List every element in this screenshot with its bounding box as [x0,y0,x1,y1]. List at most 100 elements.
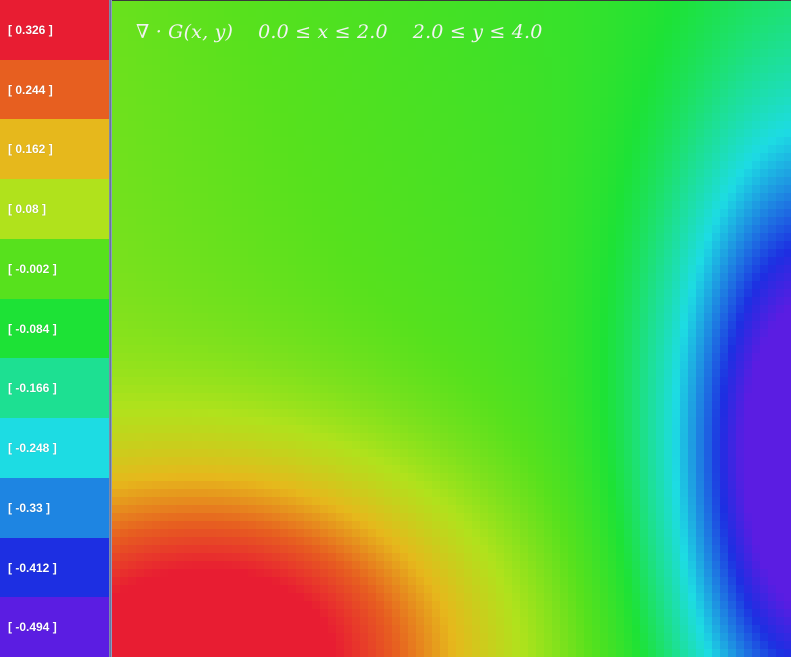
heatmap-cell [192,97,201,106]
heatmap-cell [216,233,225,242]
heatmap-cell [264,217,273,226]
heatmap-cell [216,113,225,122]
heatmap-cell [384,465,393,474]
heatmap-cell [336,393,345,402]
heatmap-cell [160,449,169,458]
heatmap-cell [568,201,577,210]
heatmap-cell [760,89,769,98]
heatmap-cell [592,433,601,442]
heatmap-cell [168,465,177,474]
heatmap-cell [208,49,217,58]
heatmap-cell [184,121,193,130]
heatmap-cell [424,345,433,354]
heatmap-cell [288,377,297,386]
heatmap-cell [488,369,497,378]
heatmap-cell [160,193,169,202]
heatmap-cell [256,281,265,290]
heatmap-cell [400,105,409,114]
heatmap-cell [448,321,457,330]
heatmap-cell [272,345,281,354]
heatmap-cell [600,417,609,426]
heatmap-cell [424,73,433,82]
heatmap-cell [544,57,553,66]
heatmap-cell [496,361,505,370]
heatmap-cell [216,121,225,130]
heatmap-cell [728,137,737,146]
heatmap-cell [600,369,609,378]
heatmap-cell [680,73,689,82]
heatmap-cell [152,9,161,18]
heatmap-cell [272,137,281,146]
heatmap-cell [384,265,393,274]
heatmap-cell [568,249,577,258]
heatmap-cell [696,273,705,282]
heatmap-cell [376,281,385,290]
heatmap-cell [272,297,281,306]
heatmap-cell [120,209,129,218]
heatmap-cell [608,297,617,306]
heatmap-cell [192,441,201,450]
heatmap-cell [696,49,705,58]
heatmap-cell [312,273,321,282]
heatmap-cell [584,193,593,202]
heatmap-cell [232,217,241,226]
heatmap-cell [600,33,609,42]
heatmap-cell [720,305,729,314]
heatmap-cell [736,417,745,426]
heatmap-cell [312,73,321,82]
legend-item: [ -0.084 ] [0,299,109,358]
heatmap-cell [696,217,705,226]
heatmap-cell [544,1,553,10]
heatmap-cell [728,121,737,130]
heatmap-cell [672,297,681,306]
heatmap-cell [264,113,273,122]
heatmap-cell [176,137,185,146]
heatmap-cell [240,249,249,258]
heatmap-cell [496,321,505,330]
heatmap-cell [112,1,121,10]
heatmap-cell [632,217,641,226]
heatmap-cell [440,377,449,386]
heatmap-cell [520,361,529,370]
heatmap-cell [336,161,345,170]
heatmap-cell [136,385,145,394]
heatmap-cell [504,289,513,298]
heatmap-cell [392,193,401,202]
heatmap-cell [288,113,297,122]
heatmap-cell [448,57,457,66]
heatmap-cell [696,321,705,330]
heatmap-cell [144,353,153,362]
heatmap-cell [248,297,257,306]
heatmap-cell [272,105,281,114]
heatmap-cell [552,201,561,210]
heatmap-cell [640,89,649,98]
heatmap-cell [656,273,665,282]
heatmap-cell [520,217,529,226]
heatmap-cell [344,241,353,250]
heatmap-cell [440,425,449,434]
heatmap-cell [368,113,377,122]
heatmap-cell [624,1,633,10]
heatmap-cell [616,417,625,426]
heatmap-cell [592,241,601,250]
heatmap-cell [448,137,457,146]
heatmap-cell [384,321,393,330]
heatmap-cell [320,145,329,154]
heatmap-cell [728,177,737,186]
heatmap-cell [232,369,241,378]
heatmap-cell [472,385,481,394]
heatmap-cell [160,1,169,10]
heatmap-cell [400,329,409,338]
heatmap-cell [344,273,353,282]
heatmap-cell [264,105,273,114]
heatmap-cell [288,345,297,354]
heatmap-cell [136,465,145,474]
heatmap-cell [432,281,441,290]
heatmap-cell [400,417,409,426]
heatmap-cell [304,361,313,370]
heatmap-cell [672,265,681,274]
heatmap-cell [608,233,617,242]
heatmap-cell [168,329,177,338]
heatmap-cell [760,113,769,122]
heatmap-cell [672,449,681,458]
